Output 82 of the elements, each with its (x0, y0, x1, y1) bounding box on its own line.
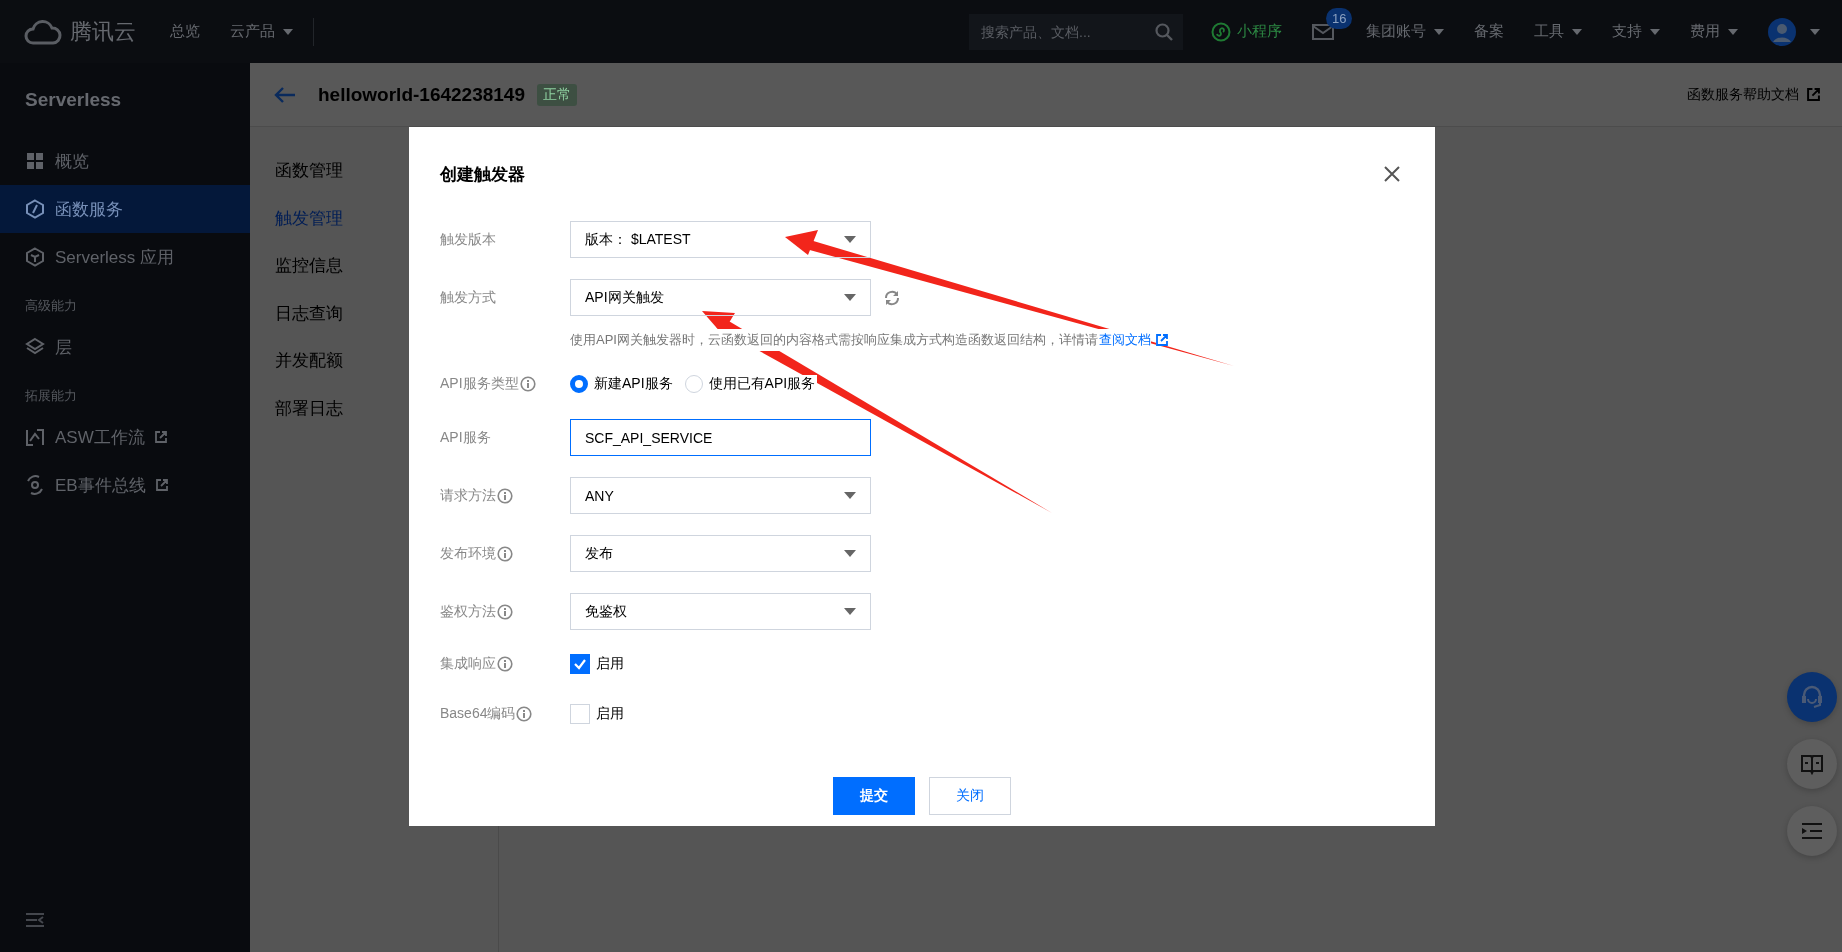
workflow-icon (25, 427, 45, 447)
nav-link[interactable]: 云产品 (230, 22, 293, 41)
external-link-icon (154, 431, 167, 443)
external-link-icon (155, 479, 168, 491)
section-heading: 高级能力 (24, 297, 78, 315)
field-label: 触发版本 (440, 230, 496, 249)
field-label: 发布环境 (440, 544, 496, 563)
docs-button[interactable] (1787, 739, 1837, 789)
info-icon[interactable] (497, 603, 513, 620)
help-link[interactable]: 函数服务帮助文档 (1687, 85, 1799, 104)
unread-badge: 16 (1326, 7, 1353, 29)
sidebar-item[interactable]: ASW工作流 (0, 413, 250, 461)
brand-name: 腾讯云 (70, 17, 136, 46)
section-heading: 拓展能力 (24, 387, 78, 405)
mini-program-icon (1211, 21, 1231, 42)
field-label: 触发方式 (440, 288, 496, 307)
support-button[interactable] (1787, 672, 1837, 722)
info-icon[interactable] (519, 376, 536, 392)
hexagon-icon (25, 199, 45, 219)
nav-menu[interactable]: 工具 (1534, 22, 1582, 41)
radio-button[interactable] (570, 375, 588, 393)
back-arrow-icon[interactable] (274, 85, 296, 104)
book-icon (1800, 753, 1824, 775)
search-field[interactable]: 搜索产品、文档... (969, 13, 1183, 50)
refresh-icon[interactable] (883, 288, 901, 307)
sidebar-item[interactable]: Serverless 应用 (0, 233, 250, 281)
nav-menu[interactable]: 支持 (1612, 22, 1660, 41)
close-button[interactable]: 关闭 (929, 777, 1011, 815)
radio-option[interactable]: 新建API服务 (570, 375, 675, 393)
mini-program-link[interactable]: 小程序 (1211, 21, 1282, 42)
field-label: 鉴权方法 (440, 602, 496, 621)
caret-icon[interactable] (1810, 28, 1820, 35)
cloud-logo-icon (24, 18, 62, 45)
submit-button[interactable]: 提交 (833, 777, 915, 815)
nav-menu[interactable]: 备案 (1474, 22, 1504, 41)
checkbox-option[interactable]: 启用 (570, 701, 626, 727)
info-icon[interactable] (516, 706, 533, 722)
radio-option[interactable]: 使用已有API服务 (684, 375, 818, 393)
docs-link[interactable]: 查阅文档 (1098, 332, 1151, 347)
layers-icon (25, 337, 45, 357)
grid-icon (25, 151, 45, 171)
select-field[interactable]: 发布 (570, 535, 871, 572)
field-label: Base64编码 (440, 705, 516, 723)
nav-link[interactable]: 总览 (170, 22, 200, 41)
select-field[interactable]: 免鉴权 (570, 593, 871, 630)
field-label: 集成响应 (440, 655, 496, 673)
nav-menu[interactable]: 费用 (1690, 22, 1738, 41)
select-field[interactable]: 版本： $LATEST (570, 221, 871, 258)
check-icon (573, 657, 587, 671)
info-icon[interactable] (497, 656, 513, 672)
text-field[interactable]: SCF_API_SERVICE (570, 419, 871, 456)
mail-icon[interactable] (1312, 23, 1334, 40)
sidebar-item[interactable]: 概览 (0, 137, 250, 185)
sidebar-item[interactable]: EB事件总线 (0, 461, 250, 509)
info-icon[interactable] (497, 487, 513, 504)
collapse-icon[interactable] (25, 912, 45, 928)
avatar-icon[interactable] (1768, 17, 1796, 46)
status-tag: 正常 (537, 83, 577, 106)
hint-text: 使用API网关触发器时，云函数返回的内容格式需按响应集成方式构造函数返回结构，详情请查阅文档 (570, 329, 1151, 351)
checkbox[interactable] (570, 654, 590, 674)
sidebar-item[interactable]: 函数服务 (0, 185, 250, 233)
network-icon (25, 475, 45, 495)
field-label: API服务类型 (440, 375, 519, 393)
select-field[interactable]: ANY (570, 477, 871, 514)
outline-button[interactable] (1787, 806, 1837, 856)
sidebar-title: Serverless (24, 88, 123, 112)
checkbox-option[interactable]: 启用 (570, 651, 626, 677)
nav-menu[interactable]: 集团账号 (1366, 22, 1444, 41)
close-icon[interactable] (1384, 166, 1400, 182)
select-field[interactable]: API网关触发 (570, 279, 871, 316)
field-label: API服务 (440, 428, 491, 447)
field-label: 请求方法 (440, 486, 496, 505)
info-icon[interactable] (497, 545, 513, 562)
headset-icon (1799, 684, 1825, 710)
search-icon[interactable] (1155, 22, 1173, 41)
function-title: helloworld-1642238149 (318, 83, 525, 106)
dialog-title: 创建触发器 (440, 163, 525, 186)
external-link-icon (1155, 334, 1168, 346)
sidebar-item[interactable]: 层 (0, 323, 250, 371)
external-link-icon (1807, 88, 1820, 101)
list-icon (1801, 822, 1823, 840)
cube-icon (25, 247, 45, 267)
